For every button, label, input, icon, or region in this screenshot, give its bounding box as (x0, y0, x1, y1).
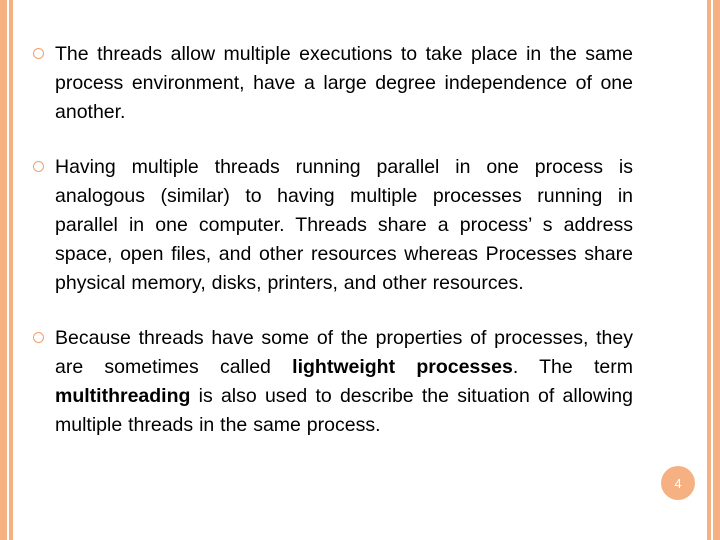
bullet-text-segment: The threads allow multiple executions to… (55, 43, 633, 123)
bullet-text: The threads allow multiple executions to… (55, 40, 633, 127)
right-accent-bar-inner (707, 0, 711, 540)
bullet-text-segment: . The term (512, 356, 633, 378)
left-accent-bar-inner (9, 0, 13, 540)
ring-bullet-icon (33, 40, 55, 59)
ring-bullet-icon (33, 324, 55, 343)
slide: The threads allow multiple executions to… (0, 0, 720, 540)
bullet-text: Because threads have some of the propert… (55, 324, 633, 440)
bullet-item: Because threads have some of the propert… (33, 324, 633, 440)
bullet-item: The threads allow multiple executions to… (33, 40, 633, 127)
left-accent-bar-outer (0, 0, 7, 540)
bullet-text-segment-bold: multithreading (55, 385, 191, 407)
slide-body: The threads allow multiple executions to… (33, 40, 633, 466)
bullet-text: Having multiple threads running parallel… (55, 153, 633, 298)
bullet-text-segment: Having multiple threads running parallel… (55, 156, 633, 294)
page-number-badge: 4 (661, 466, 695, 500)
ring-bullet-icon (33, 153, 55, 172)
bullet-item: Having multiple threads running parallel… (33, 153, 633, 298)
right-accent-bar-outer (713, 0, 720, 540)
bullet-text-segment-bold: lightweight processes (292, 356, 513, 378)
